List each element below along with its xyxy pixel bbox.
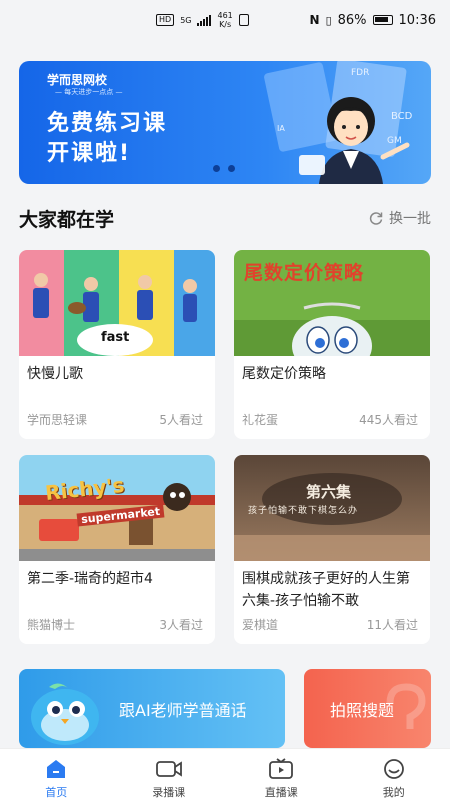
banner-title-line1: 免费练习课: [47, 111, 168, 136]
photo-search-promo[interactable]: 拍照搜题: [304, 669, 431, 748]
section-title: 大家都在学: [19, 208, 115, 231]
course-title: 尾数定价策略: [242, 366, 326, 382]
pagination-dot-2[interactable]: [228, 165, 235, 172]
course-provider: 礼花蛋: [242, 413, 279, 427]
tab-profile[interactable]: 我的: [338, 749, 450, 800]
status-right: N ▯ 86% 10:36: [310, 13, 436, 28]
course-provider: 学而思轻课: [27, 413, 88, 427]
course-views: 445人看过: [359, 413, 418, 427]
course-thumbnail: Richy's supermarket: [19, 455, 215, 561]
home-icon: [47, 760, 66, 778]
course-provider: 爱棋道: [242, 618, 279, 632]
tab-label: 首页: [45, 786, 68, 799]
tab-live-courses[interactable]: 直播课: [225, 749, 338, 800]
tab-label: 录播课: [152, 786, 186, 799]
course-card[interactable]: Richy's supermarket 第二季-瑞奇的超市4 熊猫博士 3人看过: [19, 455, 215, 644]
course-views: 11人看过: [366, 618, 418, 632]
course-meta: 熊猫博士 3人看过: [27, 616, 203, 633]
tab-recorded-courses[interactable]: 录播课: [113, 749, 226, 800]
teacher-illustration: FDR BCD GM IA: [264, 61, 413, 184]
banner-brand: 学而思网校: [47, 73, 108, 87]
course-card[interactable]: 尾数定价策略 尾数定价策略 礼花蛋 445人看过: [234, 250, 430, 439]
section-header: 大家都在学 换一批: [19, 203, 431, 233]
status-bar: HD 5G 461 K/s N ▯ 86% 10:36: [0, 0, 450, 40]
refresh-button[interactable]: 换一批: [368, 208, 431, 228]
thumbnail-caption: 尾数定价策略: [244, 262, 365, 284]
photo-search-label: 拍照搜题: [330, 701, 395, 720]
nfc-icon: N: [309, 13, 320, 27]
status-left: HD 5G 461 K/s: [156, 11, 249, 29]
signal-icon: [197, 14, 212, 26]
course-title: 快慢儿歌: [27, 366, 83, 382]
bird-mascot-icon: [31, 683, 99, 745]
battery-icon: [372, 15, 393, 25]
ai-teacher-label: 跟AI老师学普通话: [119, 701, 247, 720]
art-label-bcd: BCD: [391, 111, 413, 122]
art-label-gm: GM: [387, 136, 402, 146]
tv-icon: [269, 758, 294, 779]
course-card[interactable]: fast 快慢儿歌 学而思轻课 5人看过: [19, 250, 215, 439]
video-camera-icon: [155, 761, 182, 777]
course-provider: 熊猫博士: [27, 618, 76, 632]
course-meta: 学而思轻课 5人看过: [27, 411, 203, 428]
thumbnail-subcaption: 孩子怕输不敢下棋怎么办: [248, 506, 359, 516]
thumbnail-caption: 第六集: [306, 483, 352, 501]
ai-teacher-promo[interactable]: 跟AI老师学普通话: [19, 669, 285, 748]
course-meta: 爱棋道 11人看过: [242, 616, 418, 633]
clock: 10:36: [398, 12, 436, 28]
banner-pagination[interactable]: [213, 165, 235, 172]
course-thumbnail: fast: [19, 250, 215, 356]
refresh-label: 换一批: [389, 211, 431, 227]
app-notification-icon: [238, 14, 249, 26]
network-speed: 461 K/s: [217, 11, 233, 29]
course-thumbnail: 尾数定价策略: [234, 250, 430, 356]
pagination-dot-1[interactable]: [213, 165, 220, 172]
banner-title-line2: 开课啦!: [47, 141, 132, 166]
tab-label: 我的: [382, 786, 405, 799]
art-label-ia: IA: [277, 124, 285, 133]
art-label-fdr: FDR: [351, 68, 369, 78]
smile-face-icon: [383, 759, 404, 779]
course-meta: 礼花蛋 445人看过: [242, 411, 418, 428]
hd-indicator: HD: [156, 14, 175, 26]
promo-banner[interactable]: 学而思网校 — 每天进步一点点 — 免费练习课 开课啦! FDR BCD GM …: [19, 61, 431, 184]
course-views: 5人看过: [159, 413, 203, 427]
course-card[interactable]: 第六集 孩子怕输不敢下棋怎么办 围棋成就孩子更好的人生第六集-孩子怕输不敢 爱棋…: [234, 455, 430, 644]
course-title: 第二季-瑞奇的超市4: [27, 571, 153, 587]
banner-slogan: — 每天进步一点点 —: [55, 88, 123, 96]
tab-label: 直播课: [264, 786, 298, 799]
network-type: 5G: [180, 15, 192, 25]
tab-home[interactable]: 首页: [0, 749, 113, 800]
course-views: 3人看过: [159, 618, 203, 632]
refresh-icon: [369, 212, 383, 225]
course-thumbnail: 第六集 孩子怕输不敢下棋怎么办: [234, 455, 430, 561]
vibrate-icon: ▯: [325, 13, 332, 27]
battery-percent: 86%: [337, 12, 367, 28]
bottom-tab-bar: 首页 录播课 直播课 我的: [0, 748, 450, 800]
course-title: 围棋成就孩子更好的人生第六集-孩子怕输不敢: [242, 571, 410, 609]
thumbnail-caption: fast: [101, 330, 130, 345]
